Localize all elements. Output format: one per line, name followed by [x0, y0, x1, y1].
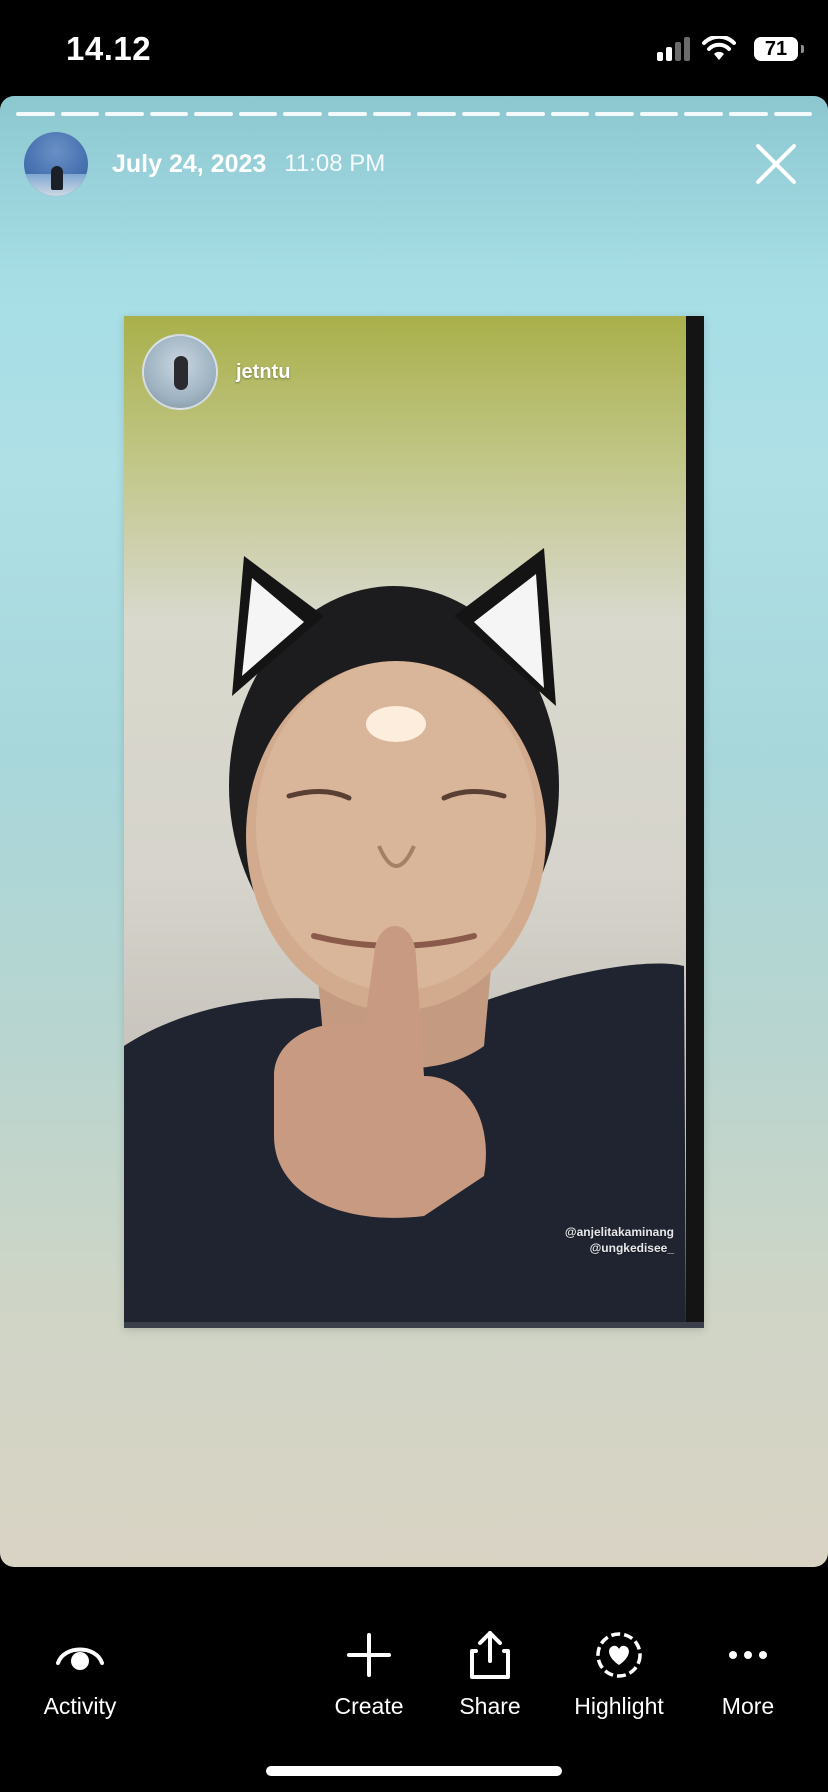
credit-line: @ungkedisee_	[589, 1241, 674, 1255]
cellular-signal-icon	[657, 37, 690, 61]
plus-icon	[347, 1633, 391, 1677]
progress-segment	[684, 112, 723, 116]
share-label: Share	[459, 1693, 521, 1719]
credit-line: @anjelitakaminang	[564, 1225, 674, 1239]
progress-segment	[194, 112, 233, 116]
story-viewer[interactable]: July 24, 2023 11:08 PM jetntu @anjelitak…	[0, 96, 828, 1567]
share-button[interactable]: Share	[420, 1629, 560, 1720]
progress-segment	[773, 112, 813, 116]
story-time: 11:08 PM	[284, 150, 386, 177]
progress-segment	[16, 112, 55, 116]
activity-button[interactable]: Activity	[10, 1629, 150, 1720]
highlight-button[interactable]: Highlight	[549, 1629, 689, 1720]
progress-segment	[149, 112, 189, 116]
battery-icon: 71	[754, 37, 804, 61]
progress-segment	[327, 112, 367, 116]
status-time: 14.12	[66, 30, 152, 67]
status-icons: 71	[657, 36, 804, 62]
create-label: Create	[334, 1693, 404, 1719]
highlight-label: Highlight	[574, 1693, 664, 1719]
post-edge	[686, 316, 704, 1328]
activity-label: Activity	[43, 1693, 117, 1719]
post-photo	[124, 548, 686, 1328]
home-indicator[interactable]	[266, 1766, 562, 1776]
more-button[interactable]: More	[678, 1629, 818, 1720]
post-credit-mentions: @anjelitakaminang @ungkedisee_	[565, 1224, 674, 1256]
story-progress-bar	[16, 112, 813, 116]
shared-post[interactable]: jetntu @anjelitakaminang @ungkedisee_	[124, 316, 704, 1328]
story-toolbar: Activity Create Share Highlight More	[0, 1567, 828, 1792]
shared-post-user[interactable]: jetntu	[142, 334, 290, 410]
close-icon[interactable]	[754, 142, 798, 186]
share-icon	[470, 1631, 510, 1679]
story-date: July 24, 2023	[112, 149, 267, 178]
heart-circle-icon	[596, 1632, 642, 1678]
profile-avatar[interactable]	[24, 132, 88, 196]
wifi-icon	[702, 36, 736, 60]
create-button[interactable]: Create	[299, 1629, 439, 1720]
more-label: More	[721, 1693, 775, 1719]
progress-segment	[283, 112, 322, 116]
progress-segment	[550, 112, 590, 116]
progress-segment	[105, 112, 144, 116]
progress-segment	[60, 112, 100, 116]
more-dots-icon	[729, 1651, 767, 1659]
progress-segment	[238, 112, 278, 116]
progress-segment	[417, 112, 456, 116]
progress-segment	[639, 112, 679, 116]
shared-post-username: jetntu	[236, 360, 291, 383]
post-bottom-edge	[124, 1322, 704, 1328]
progress-segment	[461, 112, 501, 116]
eye-icon	[56, 1647, 104, 1670]
story-header: July 24, 2023 11:08 PM	[24, 132, 812, 196]
progress-segment	[372, 112, 412, 116]
shared-post-avatar	[142, 334, 218, 410]
progress-segment	[729, 112, 768, 116]
progress-segment	[506, 112, 545, 116]
progress-segment	[595, 112, 634, 116]
status-bar: 14.12 71	[0, 0, 828, 96]
